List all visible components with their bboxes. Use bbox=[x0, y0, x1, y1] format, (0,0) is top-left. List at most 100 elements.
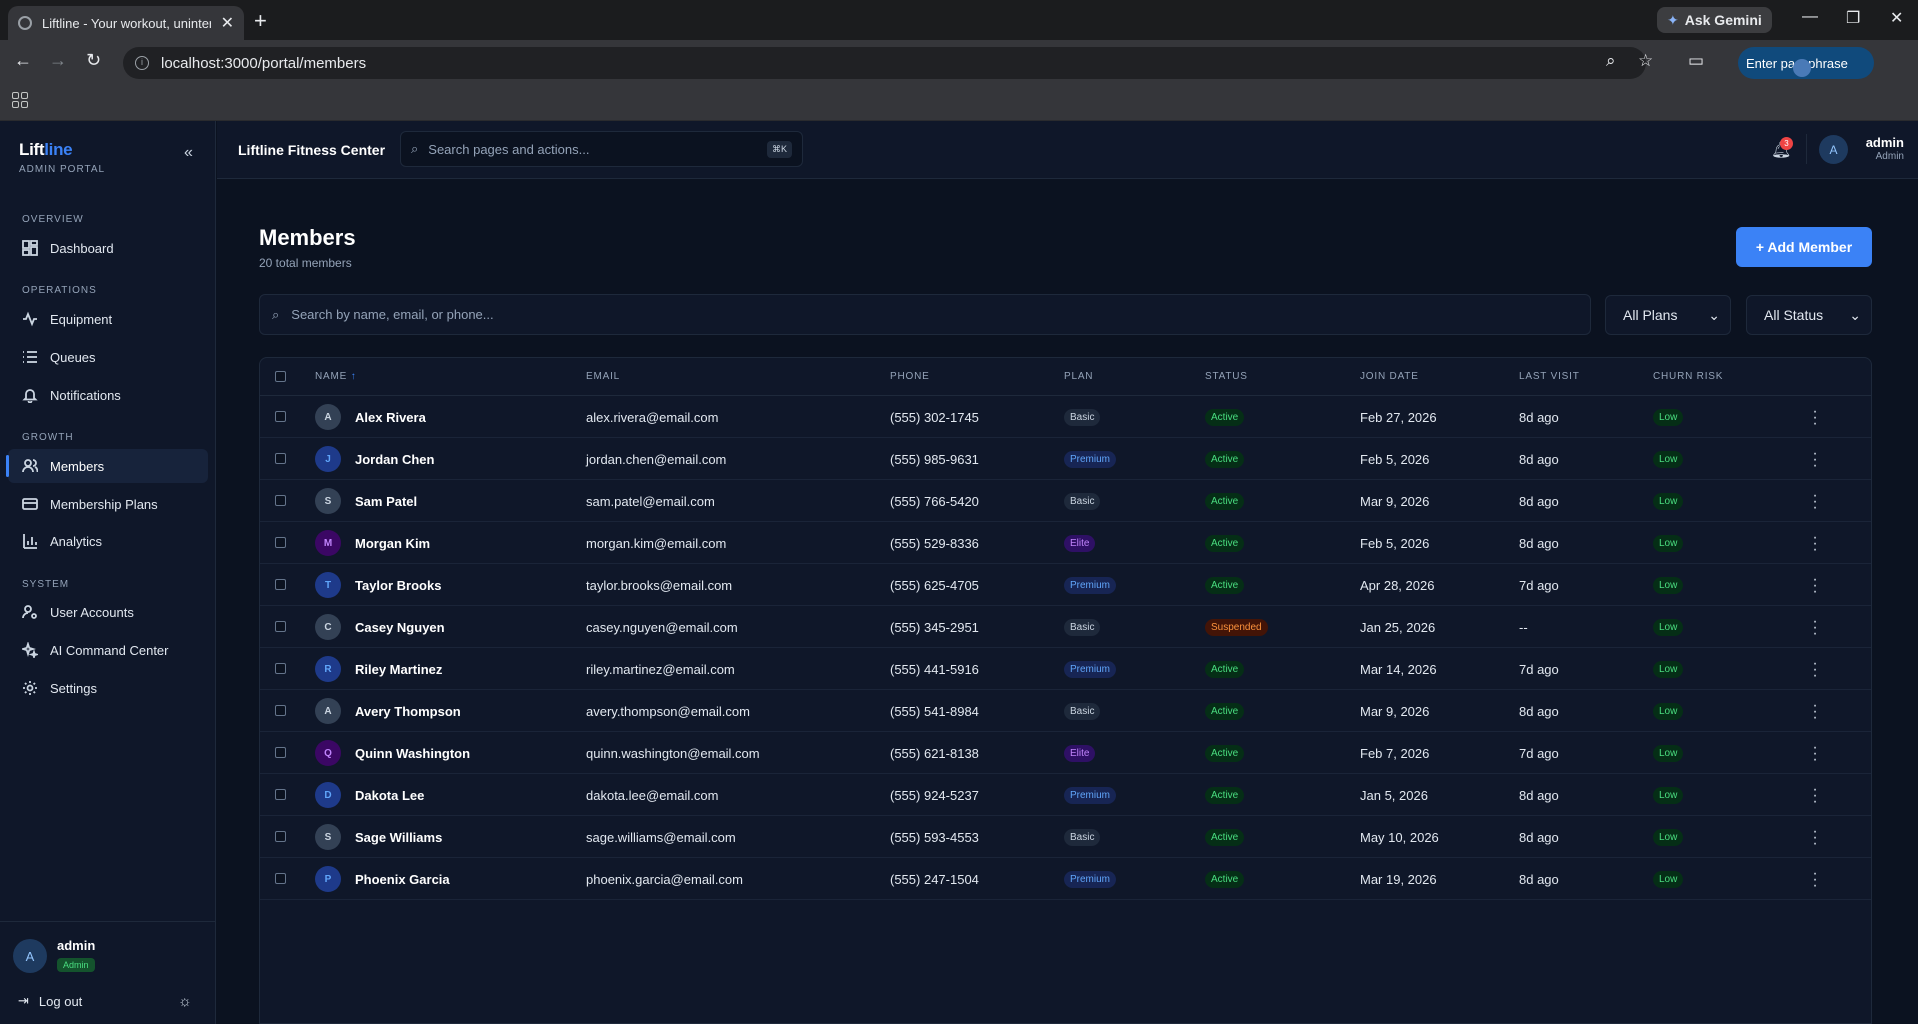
row-actions-kebab-icon[interactable]: · · · bbox=[1812, 446, 1818, 474]
member-name[interactable]: Sage Williams bbox=[355, 830, 442, 845]
zoom-icon[interactable]: ⌕ bbox=[1606, 51, 1616, 71]
column-churn-risk[interactable]: CHURN RISK bbox=[1653, 371, 1723, 382]
row-checkbox[interactable] bbox=[275, 411, 286, 422]
member-name[interactable]: Quinn Washington bbox=[355, 746, 470, 761]
table-row[interactable]: A Alex Rivera alex.rivera@email.com (555) 3… bbox=[260, 396, 1871, 438]
member-search-input[interactable]: ⌕ Search by name, email, or phone... bbox=[259, 294, 1591, 335]
column-last-visit[interactable]: LAST VISIT bbox=[1519, 371, 1580, 382]
row-actions-kebab-icon[interactable]: · · · bbox=[1812, 404, 1818, 432]
members-table: NAME ↑ EMAIL PHONE PLAN STATUS JOIN DATE… bbox=[259, 357, 1872, 1024]
row-checkbox[interactable] bbox=[275, 495, 286, 506]
logout-button[interactable]: ⇥ Log out bbox=[18, 993, 82, 1009]
close-tab-icon[interactable]: ✕ bbox=[221, 13, 234, 33]
sidebar-item-members[interactable]: Members bbox=[6, 449, 208, 483]
row-checkbox[interactable] bbox=[275, 747, 286, 758]
avatar[interactable]: A bbox=[13, 939, 47, 973]
avatar: M bbox=[315, 530, 341, 556]
row-actions-kebab-icon[interactable]: · · · bbox=[1812, 614, 1818, 642]
sidebar-item-ai-command-center[interactable]: AI Command Center bbox=[8, 633, 208, 667]
close-window-icon[interactable]: ✕ bbox=[1890, 8, 1903, 28]
column-join-date[interactable]: JOIN DATE bbox=[1360, 371, 1419, 382]
sidebar-item-analytics[interactable]: Analytics bbox=[8, 524, 208, 558]
column-email[interactable]: EMAIL bbox=[586, 371, 620, 382]
sidebar-item-equipment[interactable]: Equipment bbox=[8, 302, 208, 336]
member-name[interactable]: Alex Rivera bbox=[355, 410, 426, 425]
sidebar-item-label: Settings bbox=[50, 680, 97, 696]
table-row[interactable]: S Sam Patel sam.patel@email.com (555) 766-5… bbox=[260, 480, 1871, 522]
member-name[interactable]: Taylor Brooks bbox=[355, 578, 441, 593]
plan-filter-select[interactable]: All Plans ⌄ bbox=[1605, 295, 1731, 335]
row-actions-kebab-icon[interactable]: · · · bbox=[1812, 782, 1818, 810]
table-row[interactable]: C Casey Nguyen casey.nguyen@email.com (555)… bbox=[260, 606, 1871, 648]
table-row[interactable]: Q Quinn Washington quinn.washington@email.… bbox=[260, 732, 1871, 774]
sidebar-item-user-accounts[interactable]: User Accounts bbox=[8, 595, 208, 629]
add-member-button[interactable]: + Add Member bbox=[1736, 227, 1872, 267]
row-checkbox[interactable] bbox=[275, 453, 286, 464]
sidebar-item-dashboard[interactable]: Dashboard bbox=[8, 231, 208, 265]
member-name[interactable]: Casey Nguyen bbox=[355, 620, 445, 635]
member-name[interactable]: Phoenix Garcia bbox=[355, 872, 450, 887]
row-checkbox[interactable] bbox=[275, 663, 286, 674]
table-row[interactable]: J Jordan Chen jordan.chen@email.com (555) 9… bbox=[260, 438, 1871, 480]
row-actions-kebab-icon[interactable]: · · · bbox=[1812, 530, 1818, 558]
cast-icon[interactable]: ▭ bbox=[1688, 51, 1704, 71]
column-status[interactable]: STATUS bbox=[1205, 371, 1248, 382]
row-checkbox[interactable] bbox=[275, 831, 286, 842]
member-name[interactable]: Morgan Kim bbox=[355, 536, 430, 551]
member-name[interactable]: Jordan Chen bbox=[355, 452, 434, 467]
app-logo[interactable]: Liftline bbox=[19, 140, 73, 160]
table-row[interactable]: D Dakota Lee dakota.lee@email.com (555) 924… bbox=[260, 774, 1871, 816]
column-plan[interactable]: PLAN bbox=[1064, 371, 1093, 382]
reload-icon[interactable]: ↻ bbox=[86, 50, 101, 71]
table-row[interactable]: S Sage Williams sage.williams@email.com (55… bbox=[260, 816, 1871, 858]
member-name[interactable]: Avery Thompson bbox=[355, 704, 461, 719]
member-name[interactable]: Riley Martinez bbox=[355, 662, 442, 677]
member-name[interactable]: Dakota Lee bbox=[355, 788, 424, 803]
table-row[interactable]: M Morgan Kim morgan.kim@email.com (555) 529… bbox=[260, 522, 1871, 564]
member-name[interactable]: Sam Patel bbox=[355, 494, 417, 509]
bookmark-star-icon[interactable]: ☆ bbox=[1638, 51, 1653, 71]
header-avatar[interactable]: A bbox=[1819, 135, 1848, 164]
row-checkbox[interactable] bbox=[275, 579, 286, 590]
browser-tab[interactable]: Liftline - Your workout, uninterr ✕ bbox=[8, 6, 244, 40]
global-search-input[interactable]: ⌕ Search pages and actions... ⌘K bbox=[400, 131, 803, 167]
select-all-checkbox[interactable] bbox=[275, 371, 286, 382]
new-tab-icon[interactable]: + bbox=[254, 8, 267, 34]
row-actions-kebab-icon[interactable]: · · · bbox=[1812, 740, 1818, 768]
collapse-sidebar-icon[interactable]: « bbox=[184, 144, 193, 162]
row-actions-kebab-icon[interactable]: · · · bbox=[1812, 488, 1818, 516]
sidebar-item-queues[interactable]: Queues bbox=[8, 340, 208, 374]
column-phone[interactable]: PHONE bbox=[890, 371, 930, 382]
column-name[interactable]: NAME ↑ bbox=[315, 371, 357, 382]
row-actions-kebab-icon[interactable]: · · · bbox=[1812, 656, 1818, 684]
address-bar[interactable]: i localhost:3000/portal/members bbox=[123, 47, 1646, 79]
plan-badge: Elite bbox=[1064, 535, 1096, 552]
table-row[interactable]: P Phoenix Garcia phoenix.garcia@email.com (… bbox=[260, 858, 1871, 900]
forward-icon[interactable]: → bbox=[49, 50, 67, 71]
apps-grid-icon[interactable] bbox=[12, 92, 28, 108]
table-row[interactable]: A Avery Thompson avery.thompson@email.com (… bbox=[260, 690, 1871, 732]
sidebar-item-notifications[interactable]: Notifications bbox=[8, 378, 208, 412]
row-actions-kebab-icon[interactable]: · · · bbox=[1812, 824, 1818, 852]
ask-gemini-button[interactable]: ✦ Ask Gemini bbox=[1657, 7, 1772, 33]
restore-icon[interactable]: ❐ bbox=[1846, 8, 1860, 28]
status-filter-select[interactable]: All Status ⌄ bbox=[1746, 295, 1872, 335]
minimize-icon[interactable]: — bbox=[1802, 8, 1818, 26]
theme-toggle-icon[interactable]: ☼ bbox=[178, 993, 192, 1010]
passphrase-button[interactable]: Enter passphrase bbox=[1738, 47, 1874, 79]
sidebar-item-settings[interactable]: Settings bbox=[8, 671, 208, 705]
row-actions-kebab-icon[interactable]: · · · bbox=[1812, 698, 1818, 726]
row-actions-kebab-icon[interactable]: · · · bbox=[1812, 572, 1818, 600]
row-checkbox[interactable] bbox=[275, 621, 286, 632]
back-icon[interactable]: ← bbox=[14, 50, 32, 71]
row-checkbox[interactable] bbox=[275, 873, 286, 884]
table-row[interactable]: T Taylor Brooks taylor.brooks@email.com (55… bbox=[260, 564, 1871, 606]
row-actions-kebab-icon[interactable]: · · · bbox=[1812, 866, 1818, 894]
row-checkbox[interactable] bbox=[275, 705, 286, 716]
sidebar-item-label: AI Command Center bbox=[50, 642, 169, 658]
sidebar-item-membership-plans[interactable]: Membership Plans bbox=[8, 487, 208, 521]
row-checkbox[interactable] bbox=[275, 537, 286, 548]
site-info-icon[interactable]: i bbox=[135, 56, 149, 70]
row-checkbox[interactable] bbox=[275, 789, 286, 800]
table-row[interactable]: R Riley Martinez riley.martinez@email.com (… bbox=[260, 648, 1871, 690]
